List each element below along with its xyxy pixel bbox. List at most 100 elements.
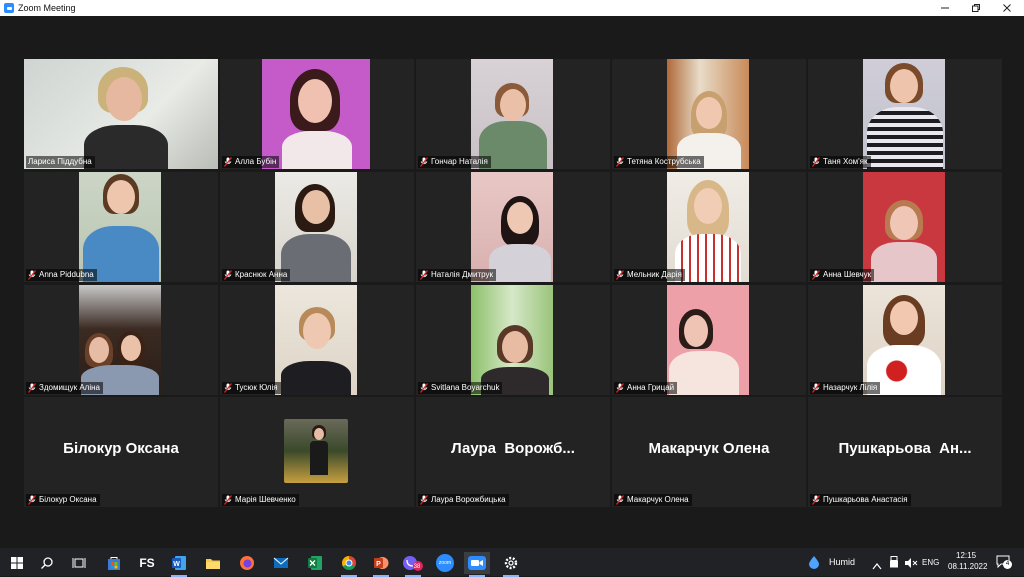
participant-video <box>79 285 161 395</box>
zoom-app-icon: zoom <box>436 554 454 572</box>
excel-icon <box>308 556 322 570</box>
start-button[interactable] <box>4 552 30 574</box>
viber-badge: 38 <box>413 564 421 570</box>
zoom-meeting-icon <box>468 556 486 570</box>
file-explorer-icon <box>206 559 220 569</box>
participant-video <box>471 172 553 282</box>
zoom-meeting-button[interactable] <box>464 552 490 577</box>
participant-tile[interactable]: Anna Piddubna <box>24 172 218 282</box>
muted-mic-icon <box>812 495 820 505</box>
muted-mic-icon <box>224 157 232 167</box>
weather-label[interactable]: Humid <box>829 557 855 567</box>
participant-tile[interactable]: Алла Бубін <box>220 59 414 169</box>
firefox-icon <box>240 556 254 570</box>
show-hidden-icons-button[interactable] <box>872 557 882 575</box>
participant-tile[interactable]: Svitlana Boyarchuk <box>416 285 610 395</box>
participant-avatar <box>284 419 348 483</box>
muted-mic-icon <box>224 270 232 280</box>
volume-muted-icon[interactable] <box>904 556 918 574</box>
participant-tile[interactable]: Гончар Наталія <box>416 59 610 169</box>
participant-tile[interactable]: Білокур Оксана Білокур Оксана <box>24 397 218 507</box>
minimize-icon <box>941 7 949 9</box>
chrome-button[interactable] <box>336 552 362 577</box>
zoom-logo-icon <box>4 3 14 13</box>
participant-video <box>262 59 370 169</box>
close-button[interactable] <box>990 0 1024 16</box>
muted-mic-icon <box>28 270 36 280</box>
participant-name-label: Краснюк Анна <box>222 269 291 281</box>
mail-icon <box>273 557 289 568</box>
participant-tile[interactable]: Марія Шевченко <box>220 397 414 507</box>
participant-tile[interactable]: Анна Грицай <box>612 285 806 395</box>
participant-name-label: Анна Грицай <box>614 382 678 394</box>
participant-name-label: Пушкарьова Анастасія <box>810 494 911 506</box>
settings-button[interactable] <box>498 552 524 577</box>
participant-name-label: Анна Шевчук <box>810 269 875 281</box>
participant-tile[interactable]: Тусюк Юлія <box>220 285 414 395</box>
search-button[interactable] <box>34 552 60 574</box>
participant-tile[interactable]: Таня Хом'як <box>808 59 1002 169</box>
participant-display-name: Макарчук Олена <box>648 440 770 457</box>
task-view-button[interactable] <box>66 552 92 574</box>
muted-mic-icon <box>812 157 820 167</box>
minimize-button[interactable] <box>928 0 962 16</box>
excel-button[interactable] <box>302 552 328 574</box>
participant-video <box>667 285 749 395</box>
participant-tile[interactable]: Макарчук Олена Макарчук Олена <box>612 397 806 507</box>
participant-tile[interactable]: Тетяна Кострубська <box>612 59 806 169</box>
participant-name-label: Алла Бубін <box>222 156 280 168</box>
participant-tile[interactable]: Наталія Дмитрук <box>416 172 610 282</box>
participant-name-label: Макарчук Олена <box>614 494 692 506</box>
close-icon <box>1003 4 1011 12</box>
participant-video <box>667 172 749 282</box>
participant-tile[interactable]: Назарчук Лілія <box>808 285 1002 395</box>
powerpoint-button[interactable]: P <box>368 552 394 577</box>
usb-device-icon[interactable] <box>889 555 899 573</box>
file-explorer-button[interactable] <box>200 552 226 574</box>
participant-tile[interactable]: Лаура Ворожб... Лаура Ворожбицька <box>416 397 610 507</box>
weather-icon[interactable] <box>808 555 820 574</box>
muted-mic-icon <box>616 157 624 167</box>
participant-name-label: Anna Piddubna <box>26 269 97 281</box>
store-icon <box>108 557 120 570</box>
participant-name-label: Білокур Оксана <box>26 494 100 506</box>
participant-display-name: Лаура Ворожб... <box>451 440 575 457</box>
window-title: Zoom Meeting <box>18 3 76 13</box>
muted-mic-icon <box>28 495 36 505</box>
svg-text:W: W <box>173 561 180 568</box>
participant-tile[interactable]: Краснюк Анна <box>220 172 414 282</box>
participant-tile[interactable]: Пушкарьова Ан... Пушкарьова Анастасія <box>808 397 1002 507</box>
muted-mic-icon <box>420 270 428 280</box>
participant-tile[interactable]: Анна Шевчук <box>808 172 1002 282</box>
participant-video <box>275 285 357 395</box>
muted-mic-icon <box>420 383 428 393</box>
word-button[interactable]: W <box>166 552 192 577</box>
participant-tile[interactable]: Здомищук Аліна <box>24 285 218 395</box>
powerpoint-icon: P <box>374 557 389 569</box>
muted-mic-icon <box>616 270 624 280</box>
participant-display-name: Білокур Оксана <box>63 440 179 457</box>
language-indicator[interactable]: ENG <box>922 558 939 567</box>
chrome-icon <box>342 556 356 570</box>
participant-tile[interactable]: Лариса Піддубна <box>24 59 218 169</box>
restore-button[interactable] <box>959 0 993 16</box>
clock-time[interactable]: 12:15 <box>956 551 976 560</box>
participant-video <box>667 59 749 169</box>
store-button[interactable] <box>101 552 127 574</box>
participant-name-label: Лариса Піддубна <box>26 156 95 168</box>
muted-mic-icon <box>224 495 232 505</box>
zoom-app-button[interactable]: zoom <box>432 552 458 574</box>
participant-name-label: Назарчук Лілія <box>810 382 881 394</box>
firefox-button[interactable] <box>234 552 260 574</box>
fs-app-button[interactable]: FS <box>134 552 160 574</box>
word-icon: W <box>172 556 186 570</box>
notifications-button[interactable]: 4 <box>996 554 1012 573</box>
notification-count: 4 <box>1003 560 1012 569</box>
mail-button[interactable] <box>268 552 294 574</box>
participant-name-label: Гончар Наталія <box>418 156 491 168</box>
participant-video <box>79 172 161 282</box>
clock-date[interactable]: 08.11.2022 <box>948 562 987 571</box>
participant-tile[interactable]: Мельник Дарія <box>612 172 806 282</box>
viber-button[interactable]: 38 <box>400 552 426 577</box>
start-icon <box>11 557 23 569</box>
